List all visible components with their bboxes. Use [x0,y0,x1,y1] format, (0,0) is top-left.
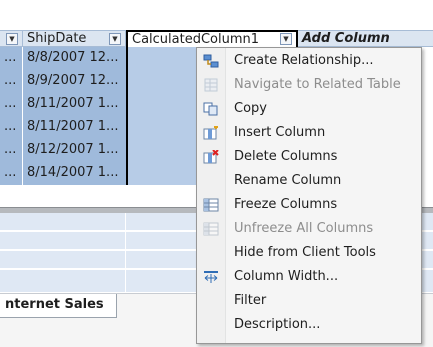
grid-cell[interactable]: ... [0,116,23,139]
menu-item-unfreeze-all-columns[interactable]: Unfreeze All Columns [197,217,421,241]
column-header-row: ▼ ShipDate ▼ CalculatedColumn1 ▼ Add Col… [0,30,433,49]
menu-item-navigate-related-table[interactable]: Navigate to Related Table [197,73,421,97]
column-header-label: CalculatedColumn1 [132,32,260,47]
menu-item-label: Rename Column [234,173,342,188]
relationship-icon [203,54,219,68]
grid-cell-shipdate[interactable]: 8/14/2007 1... [23,162,126,185]
delete-columns-icon [203,149,219,164]
menu-item-label: Description... [234,317,321,332]
context-menu: Create Relationship... Navigate to Relat… [196,47,422,344]
menu-item-copy[interactable]: Copy [197,97,421,121]
grid-cell[interactable]: ... [0,47,23,70]
menu-item-label: Unfreeze All Columns [234,221,374,236]
menu-item-insert-column[interactable]: Insert Column [197,121,421,145]
menu-item-description[interactable]: Description... [197,313,421,337]
chevron-down-icon[interactable]: ▼ [280,33,292,45]
menu-item-delete-columns[interactable]: Delete Columns [197,145,421,169]
menu-item-label: Filter [234,293,267,308]
related-table-icon [203,78,219,92]
menu-item-create-relationship[interactable]: Create Relationship... [197,49,421,73]
menu-item-filter[interactable]: Filter [197,289,421,313]
grid-cell[interactable]: ... [0,70,23,93]
sheet-tab-internet-sales[interactable]: nternet Sales [0,294,117,318]
menu-item-label: Create Relationship... [234,53,374,68]
column-header-label: ShipDate [27,31,87,46]
grid-cell-shipdate[interactable]: 8/9/2007 12... [23,70,126,93]
menu-item-freeze-columns[interactable]: Freeze Columns [197,193,421,217]
grid-cell-shipdate[interactable]: 8/11/2007 1... [23,93,126,116]
grid-cell-shipdate[interactable]: 8/12/2007 1... [23,139,126,162]
copy-icon [203,102,219,116]
menu-item-hide-from-client-tools[interactable]: Hide from Client Tools [197,241,421,265]
add-column-label: Add Column [302,31,390,46]
sheet-tab-label: nternet Sales [5,297,104,312]
grid-cell-shipdate[interactable]: 8/8/2007 12... [23,47,126,70]
menu-item-column-width[interactable]: Column Width... [197,265,421,289]
freeze-columns-icon [203,198,219,212]
grid-cell-shipdate[interactable]: 8/11/2007 1... [23,116,126,139]
unfreeze-columns-icon [203,222,219,236]
column-width-icon [203,270,219,284]
add-column-header[interactable]: Add Column [298,31,433,47]
grid-cell[interactable]: ... [0,93,23,116]
menu-item-label: Copy [234,101,267,116]
toolbar-area [0,0,433,30]
column-header-shipdate[interactable]: ShipDate ▼ [23,31,126,47]
menu-item-label: Column Width... [234,269,339,284]
grid-cell[interactable]: ... [0,139,23,162]
menu-item-label: Delete Columns [234,149,338,164]
chevron-down-icon[interactable]: ▼ [6,33,18,45]
menu-item-label: Hide from Client Tools [234,245,376,260]
column-header-previous[interactable]: ▼ [0,31,23,47]
insert-column-icon [203,125,219,140]
menu-item-label: Insert Column [234,125,326,140]
menu-item-label: Freeze Columns [234,197,338,212]
grid-cell[interactable]: ... [0,162,23,185]
menu-item-rename-column[interactable]: Rename Column [197,169,421,193]
chevron-down-icon[interactable]: ▼ [109,33,121,45]
menu-item-label: Navigate to Related Table [234,77,401,92]
